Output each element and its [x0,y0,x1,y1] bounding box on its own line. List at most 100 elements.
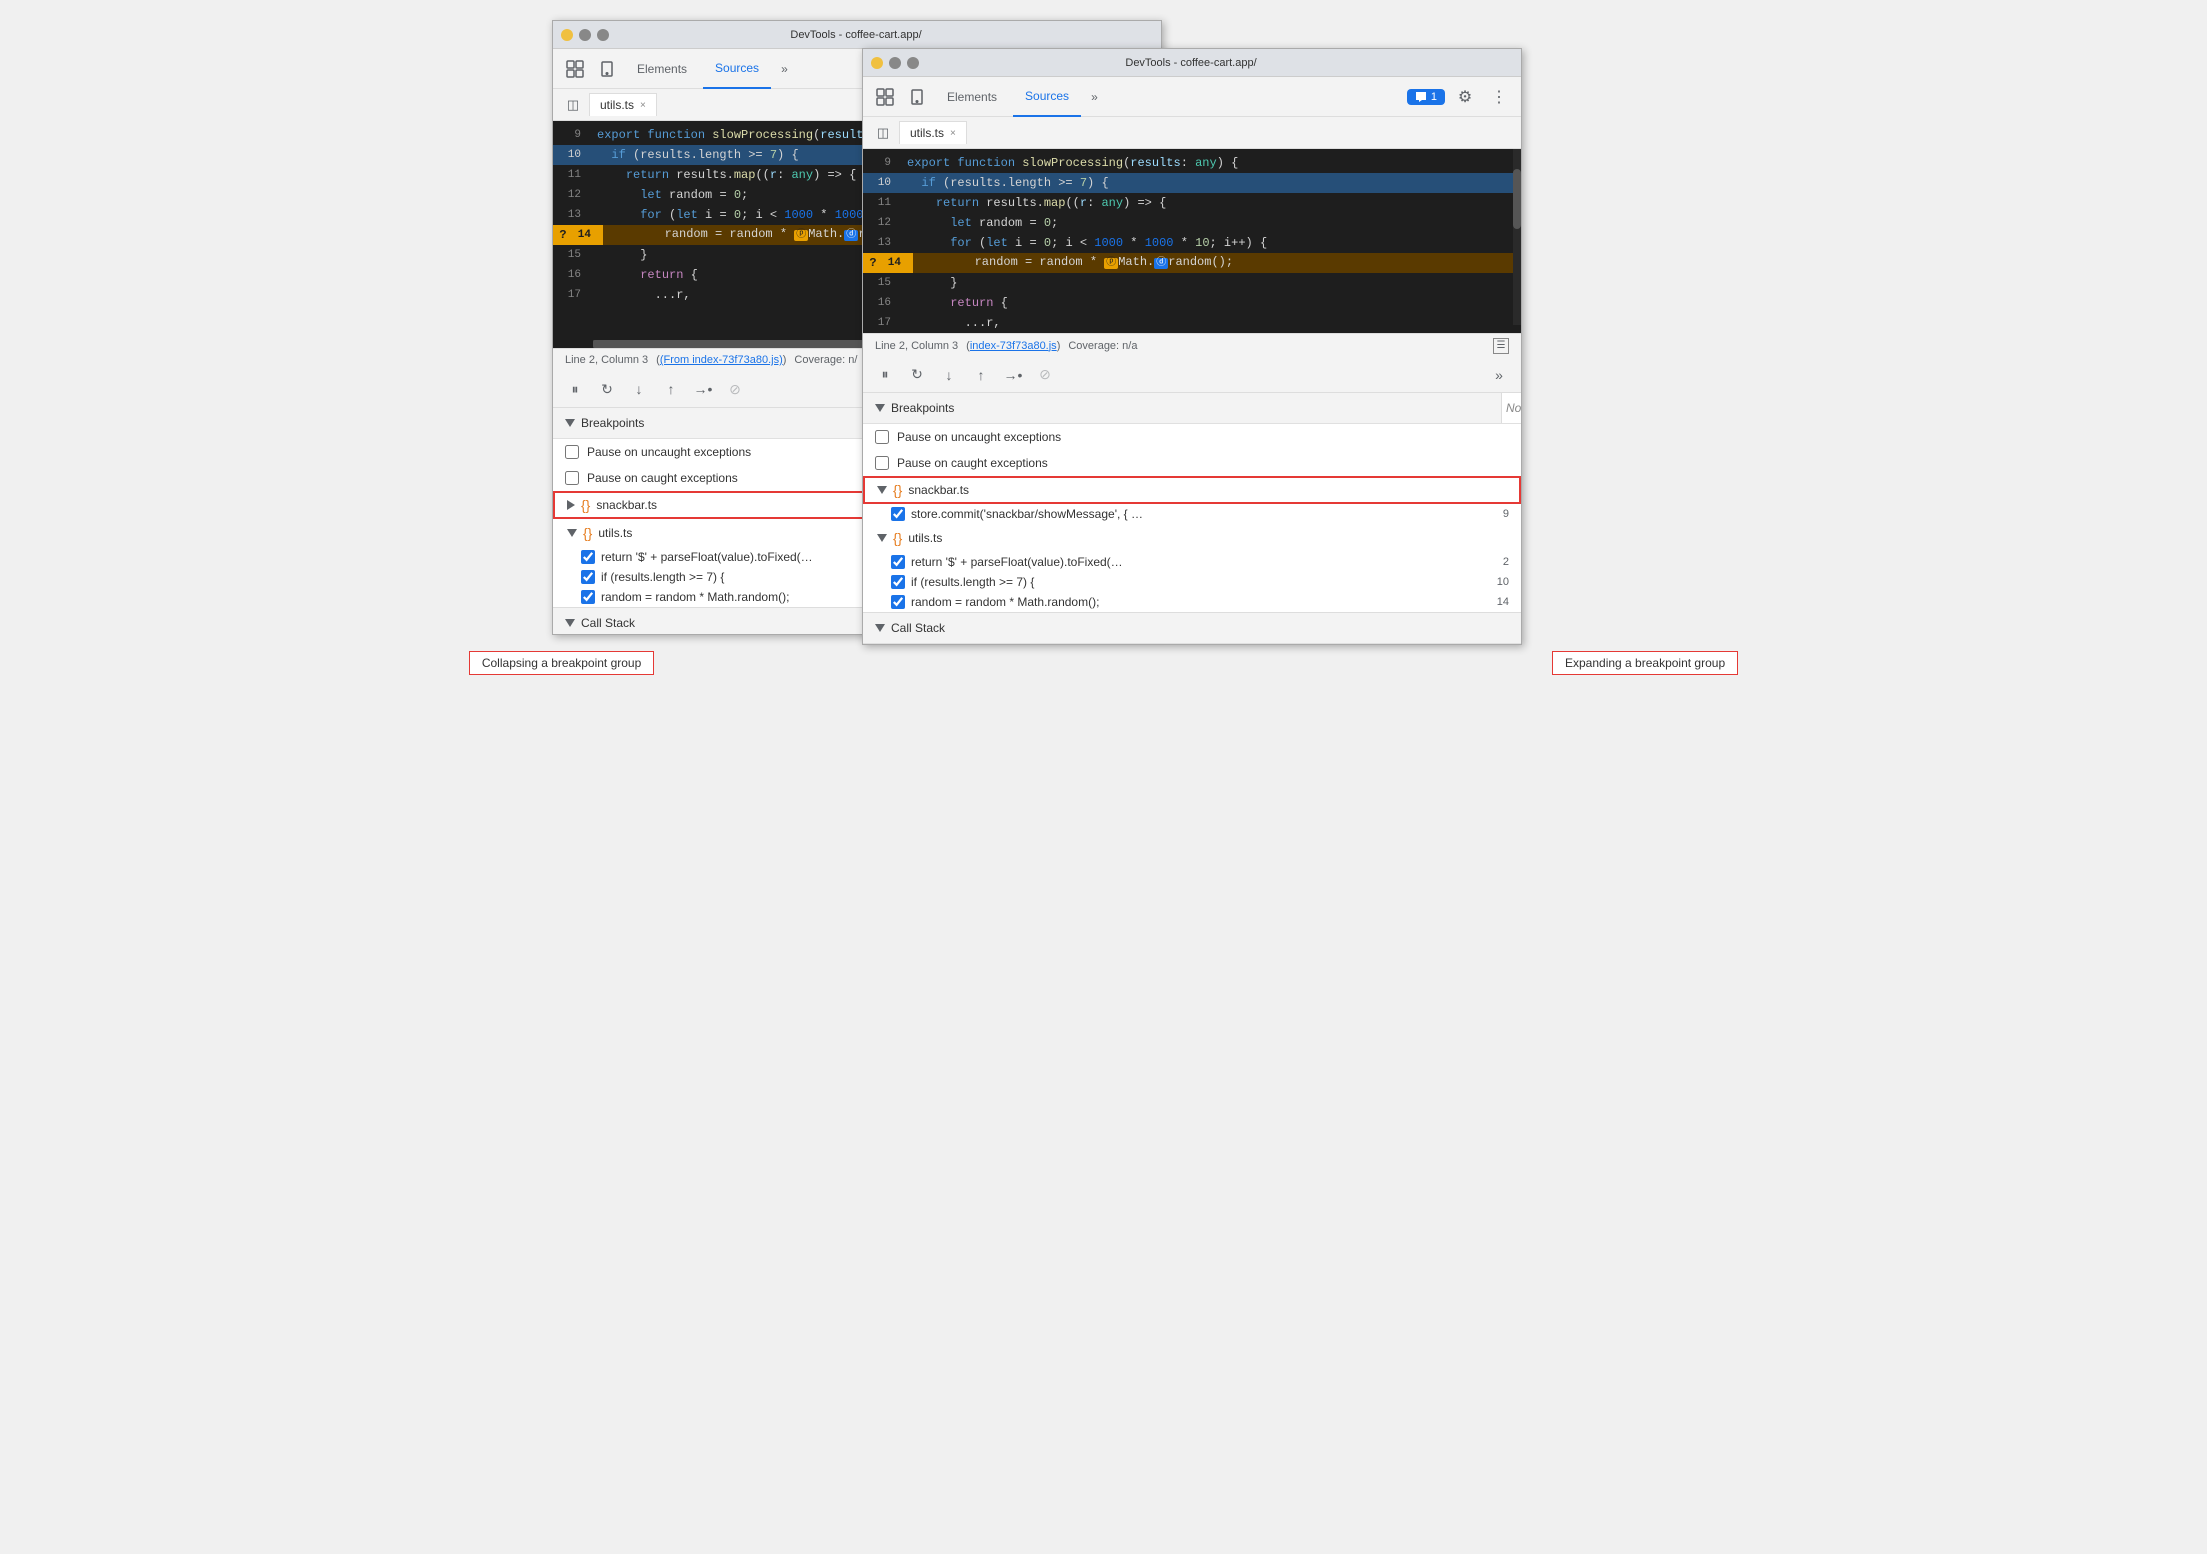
left-tab-more[interactable]: » [775,49,794,89]
right-device-icon[interactable] [903,83,931,111]
left-source-link[interactable]: (From index-73f73a80.js) [660,354,783,366]
right-title-bar: DevTools - coffee-cart.app/ [863,49,1521,77]
right-more-icon[interactable]: ⋮ [1485,83,1513,111]
right-bp-checkbox-1[interactable] [891,555,905,569]
right-chat-badge[interactable]: 1 [1407,89,1445,105]
right-file-tab-bar: ◫ utils.ts × [863,117,1521,149]
right-pause-uncaught-row: Pause on uncaught exceptions [863,424,1521,450]
left-utils-icon: {} [583,525,592,541]
left-snackbar-icon: {} [581,497,590,513]
right-bp-text-1: return '$' + parseFloat(value).toFixed(… [911,555,1123,569]
right-breakpoints-header[interactable]: Breakpoints [863,393,1521,424]
right-snackbar-bp-checkbox[interactable] [891,507,905,521]
right-breakpoints-toggle [875,404,885,412]
left-step-over-btn[interactable]: ↻ [593,375,621,403]
right-top-toolbar: Elements Sources » 1 ⚙ ⋮ [863,77,1521,117]
right-tab-sources[interactable]: Sources [1013,77,1081,117]
right-code-line-16: 16 return { [863,293,1521,313]
right-snackbar-bp-text: store.commit('snackbar/showMessage', { … [911,507,1143,521]
left-pause-uncaught-checkbox[interactable] [565,445,579,459]
right-call-stack-label: Call Stack [891,621,945,635]
right-bp-item-1: return '$' + parseFloat(value).toFixed(…… [863,552,1521,572]
right-utils-toggle [877,534,887,542]
left-step-into-btn[interactable]: ↓ [625,375,653,403]
right-code-area: 9 export function slowProcessing(results… [863,149,1521,333]
right-code-line-13: 13 for (let i = 0; i < 1000 * 1000 * 10;… [863,233,1521,253]
left-bp-text-2: if (results.length >= 7) { [601,570,724,584]
right-step-into-btn[interactable]: ↓ [935,361,963,389]
right-more-debug-btn[interactable]: » [1485,361,1513,389]
right-debug-toolbar: ⏸ ↻ ↓ ↑ →• ⊘ » [863,357,1521,393]
left-breakpoints-toggle [565,419,575,427]
left-status-coverage: Coverage: n/ [794,354,857,366]
right-utils-file-header[interactable]: {} utils.ts [863,524,1521,552]
right-tab-elements[interactable]: Elements [935,77,1009,117]
right-tab-more[interactable]: » [1085,77,1104,117]
left-step-out-btn[interactable]: ↑ [657,375,685,403]
left-pause-caught-label: Pause on caught exceptions [587,471,738,485]
right-snackbar-file-header[interactable]: {} snackbar.ts [863,476,1521,504]
right-bp-item-3: random = random * Math.random(); 14 [863,592,1521,612]
left-pause-caught-checkbox[interactable] [565,471,579,485]
right-minimize-btn[interactable] [871,57,883,69]
right-code-line-14: ? 14 random = random * ⓟMath.ⓓrandom(); [863,253,1521,273]
right-step-over-btn[interactable]: ↻ [903,361,931,389]
right-pause-uncaught-checkbox[interactable] [875,430,889,444]
right-bp-checkbox-3[interactable] [891,595,905,609]
left-snackbar-toggle [567,500,575,510]
right-deactivate-btn[interactable]: ⊘ [1031,361,1059,389]
right-call-stack-header[interactable]: Call Stack [863,613,1521,644]
right-status-coverage: Coverage: n/a [1068,340,1137,352]
right-pause-uncaught-label: Pause on uncaught exceptions [897,430,1061,444]
right-pause-caught-row: Pause on caught exceptions [863,450,1521,476]
right-sidebar-toggle[interactable]: ◫ [871,121,895,145]
left-snackbar-label: snackbar.ts [596,498,657,512]
right-step-btn[interactable]: →• [999,361,1027,389]
left-device-icon[interactable] [593,55,621,83]
right-breakpoints-label: Breakpoints [891,401,954,415]
right-restore-btn[interactable] [889,57,901,69]
right-call-stack-section: Call Stack [863,612,1521,644]
right-gear-icon[interactable]: ⚙ [1451,83,1479,111]
left-pause-uncaught-label: Pause on uncaught exceptions [587,445,751,459]
left-file-tab-close[interactable]: × [640,100,646,111]
left-deactivate-btn[interactable]: ⊘ [721,375,749,403]
left-pause-btn[interactable]: ⏸ [561,375,589,403]
left-inspect-icon[interactable] [561,55,589,83]
right-close-btn[interactable] [907,57,919,69]
left-close-btn[interactable] [597,29,609,41]
left-file-tab[interactable]: utils.ts × [589,93,657,116]
right-call-stack-toggle [875,624,885,632]
right-pause-btn[interactable]: ⏸ [871,361,899,389]
right-snackbar-bp-item: store.commit('snackbar/showMessage', { …… [863,504,1521,524]
right-window-title: DevTools - coffee-cart.app/ [919,57,1463,69]
left-window-controls [561,29,609,41]
right-not-paused-partial: Not pa [1501,393,1521,423]
left-step-btn[interactable]: →• [689,375,717,403]
right-inspect-icon[interactable] [871,83,899,111]
left-bp-checkbox-1[interactable] [581,550,595,564]
right-bp-text-2: if (results.length >= 7) { [911,575,1034,589]
right-pause-caught-checkbox[interactable] [875,456,889,470]
right-file-tab-close[interactable]: × [950,128,956,139]
left-bp-checkbox-3[interactable] [581,590,595,604]
right-window-controls [871,57,919,69]
right-file-tab[interactable]: utils.ts × [899,121,967,144]
right-code-line-9: 9 export function slowProcessing(results… [863,153,1521,173]
left-tab-elements[interactable]: Elements [625,49,699,89]
left-tab-sources[interactable]: Sources [703,49,771,89]
left-restore-btn[interactable] [579,29,591,41]
right-panel-toggle[interactable]: ☰ [1493,338,1509,354]
right-source-link[interactable]: index-73f73a80.js [970,340,1057,352]
left-bp-checkbox-2[interactable] [581,570,595,584]
right-snackbar-label: snackbar.ts [908,483,969,497]
left-sidebar-toggle[interactable]: ◫ [561,93,585,117]
right-bp-checkbox-2[interactable] [891,575,905,589]
left-file-tab-name: utils.ts [600,98,634,112]
left-minimize-btn[interactable] [561,29,573,41]
left-utils-toggle [567,529,577,537]
right-step-out-btn[interactable]: ↑ [967,361,995,389]
right-utils-label: utils.ts [908,531,942,545]
right-bp-num-2: 10 [1497,576,1509,588]
left-title-bar: DevTools - coffee-cart.app/ [553,21,1161,49]
